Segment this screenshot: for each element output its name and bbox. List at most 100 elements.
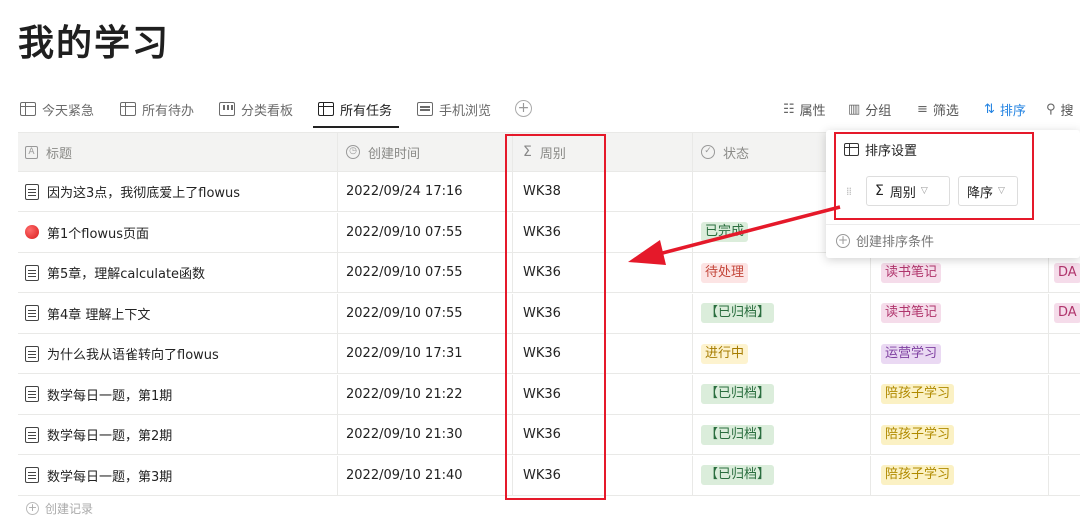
cell-created[interactable]: 2022/09/10 07:55 [338,293,513,333]
cell-extra[interactable]: DA [1049,294,1080,333]
form-icon [417,102,433,116]
row-created: 2022/09/10 07:55 [346,265,463,280]
tab-mobile-browse[interactable]: 手机浏览 [417,98,491,120]
cell-created[interactable]: 2022/09/10 17:31 [338,334,513,373]
cell-extra[interactable]: DA [1049,253,1080,292]
tab-category-board[interactable]: 分类看板 [219,98,293,120]
cell-extra[interactable] [1049,334,1080,373]
cell-status[interactable]: 待处理 [693,253,871,292]
add-sort-condition-button[interactable]: + 创建排序条件 [836,231,934,250]
sort-label: 排序 [999,103,1026,119]
cell-status[interactable]: 【已归档】 [693,293,871,333]
cell-title[interactable]: 数学每日一题，第1期 [18,374,338,414]
board-icon [219,102,235,116]
extra-tag: DA [1054,262,1080,283]
cell-category[interactable]: 读书笔记 [871,293,1049,333]
cell-created[interactable]: 2022/09/10 07:55 [338,253,513,292]
cell-category[interactable]: 陪孩子学习 [871,455,1049,495]
status-circle-icon: ✓ [701,145,715,159]
clock-icon: ◷ [346,145,360,159]
cell-title[interactable]: 为什么我从语雀转向了flowus [18,334,338,373]
category-tag: 陪孩子学习 [881,384,955,404]
doc-icon [25,467,39,483]
cell-status[interactable]: 进行中 [693,334,871,373]
cell-created[interactable]: 2022/09/10 21:40 [338,455,513,495]
tab-today-urgent[interactable]: 今天紧急 [20,98,94,120]
cell-category[interactable]: 陪孩子学习 [871,415,1049,454]
status-tag: 【已归档】 [701,384,775,404]
status-tag: 已完成 [701,222,749,242]
cell-created[interactable]: 2022/09/24 17:16 [338,172,513,211]
cell-status[interactable]: 【已归档】 [693,455,871,495]
tab-label: 今天紧急 [42,103,95,119]
category-tag: 读书笔记 [881,262,942,283]
search-label: 搜 [1060,103,1074,119]
status-tag: 进行中 [701,343,749,364]
cell-status[interactable]: 【已归档】 [693,374,871,414]
create-record-label: 创建记录 [45,502,94,516]
cell-category[interactable]: 运营学习 [871,334,1049,373]
row-title: 第1个flowus页面 [47,226,150,242]
doc-icon [25,426,39,443]
sort-arrows-icon: ⇅ [984,101,995,117]
cell-title[interactable]: 第1个flowus页面 [18,212,338,252]
status-tag: 【已归档】 [701,465,775,485]
search-button[interactable]: ⚲ 搜 [1046,98,1074,120]
add-sort-condition-label: 创建排序条件 [856,235,935,250]
filter-button[interactable]: ≡ 筛选 [917,98,959,120]
cell-created[interactable]: 2022/09/10 21:22 [338,374,513,414]
row-title: 因为这3点，我彻底爱上了flowus [47,186,241,201]
table-icon [120,102,136,116]
plus-circle-icon: + [26,501,39,515]
red-dot-icon [25,225,39,239]
filter-icon: ≡ [917,101,928,117]
cell-title[interactable]: 数学每日一题，第2期 [18,415,338,454]
sliders-icon: ☷ [783,101,795,117]
column-header-title[interactable]: A 标题 [18,133,338,171]
cell-created[interactable]: 2022/09/10 07:55 [338,212,513,252]
column-header-created[interactable]: ◷ 创建时间 [338,133,513,171]
sort-button[interactable]: ⇅ 排序 [984,98,1026,120]
cell-category[interactable]: 读书笔记 [871,253,1049,292]
cell-extra[interactable] [1049,375,1080,414]
annotation-highlight-week-column [505,134,606,500]
cell-title[interactable]: 第5章，理解calculate函数 [18,253,338,292]
popup-divider [826,224,1080,225]
cell-extra[interactable] [1049,456,1080,495]
page-title: 我的学习 [18,23,171,64]
row-created: 2022/09/10 21:22 [346,386,463,402]
category-tag: 陪孩子学习 [881,424,955,445]
doc-icon [25,386,39,402]
cell-title[interactable]: 数学每日一题，第3期 [18,455,338,495]
tab-all-todo[interactable]: 所有待办 [120,98,194,120]
add-view-icon[interactable]: + [515,100,532,117]
doc-icon [25,183,39,200]
status-tag: 【已归档】 [701,303,775,323]
active-tab-indicator [313,126,399,128]
filter-label: 筛选 [932,103,959,119]
cell-title[interactable]: 因为这3点，我彻底爱上了flowus [18,172,338,211]
doc-icon [25,264,39,281]
status-tag: 【已归档】 [701,424,775,445]
properties-button[interactable]: ☷ 属性 [783,98,826,120]
columns-icon: ▥ [848,101,861,117]
cell-created[interactable]: 2022/09/10 21:30 [338,415,513,454]
tab-all-tasks[interactable]: 所有任务 [318,98,392,120]
cell-title[interactable]: 第4章 理解上下文 [18,293,338,333]
cell-category[interactable]: 陪孩子学习 [871,374,1049,414]
row-title: 第4章 理解上下文 [47,307,151,323]
cell-extra[interactable] [1049,415,1080,454]
row-created: 2022/09/24 17:16 [346,184,463,199]
group-label: 分组 [865,103,892,119]
row-title: 为什么我从语雀转向了flowus [47,348,219,363]
tab-label: 所有任务 [340,103,393,119]
row-title: 第5章，理解calculate函数 [47,267,206,282]
doc-icon [25,345,39,362]
group-button[interactable]: ▥ 分组 [848,98,891,120]
row-title: 数学每日一题，第2期 [47,429,173,444]
row-created: 2022/09/10 17:31 [346,346,463,361]
cell-status[interactable]: 【已归档】 [693,415,871,454]
create-record-button[interactable]: + 创建记录 [26,500,93,516]
doc-icon [25,305,39,321]
view-tabs-bar: 今天紧急 所有待办 分类看板 所有任务 手机浏览 + ☷ 属性 ▥ 分组 ≡ 筛… [0,88,1080,130]
